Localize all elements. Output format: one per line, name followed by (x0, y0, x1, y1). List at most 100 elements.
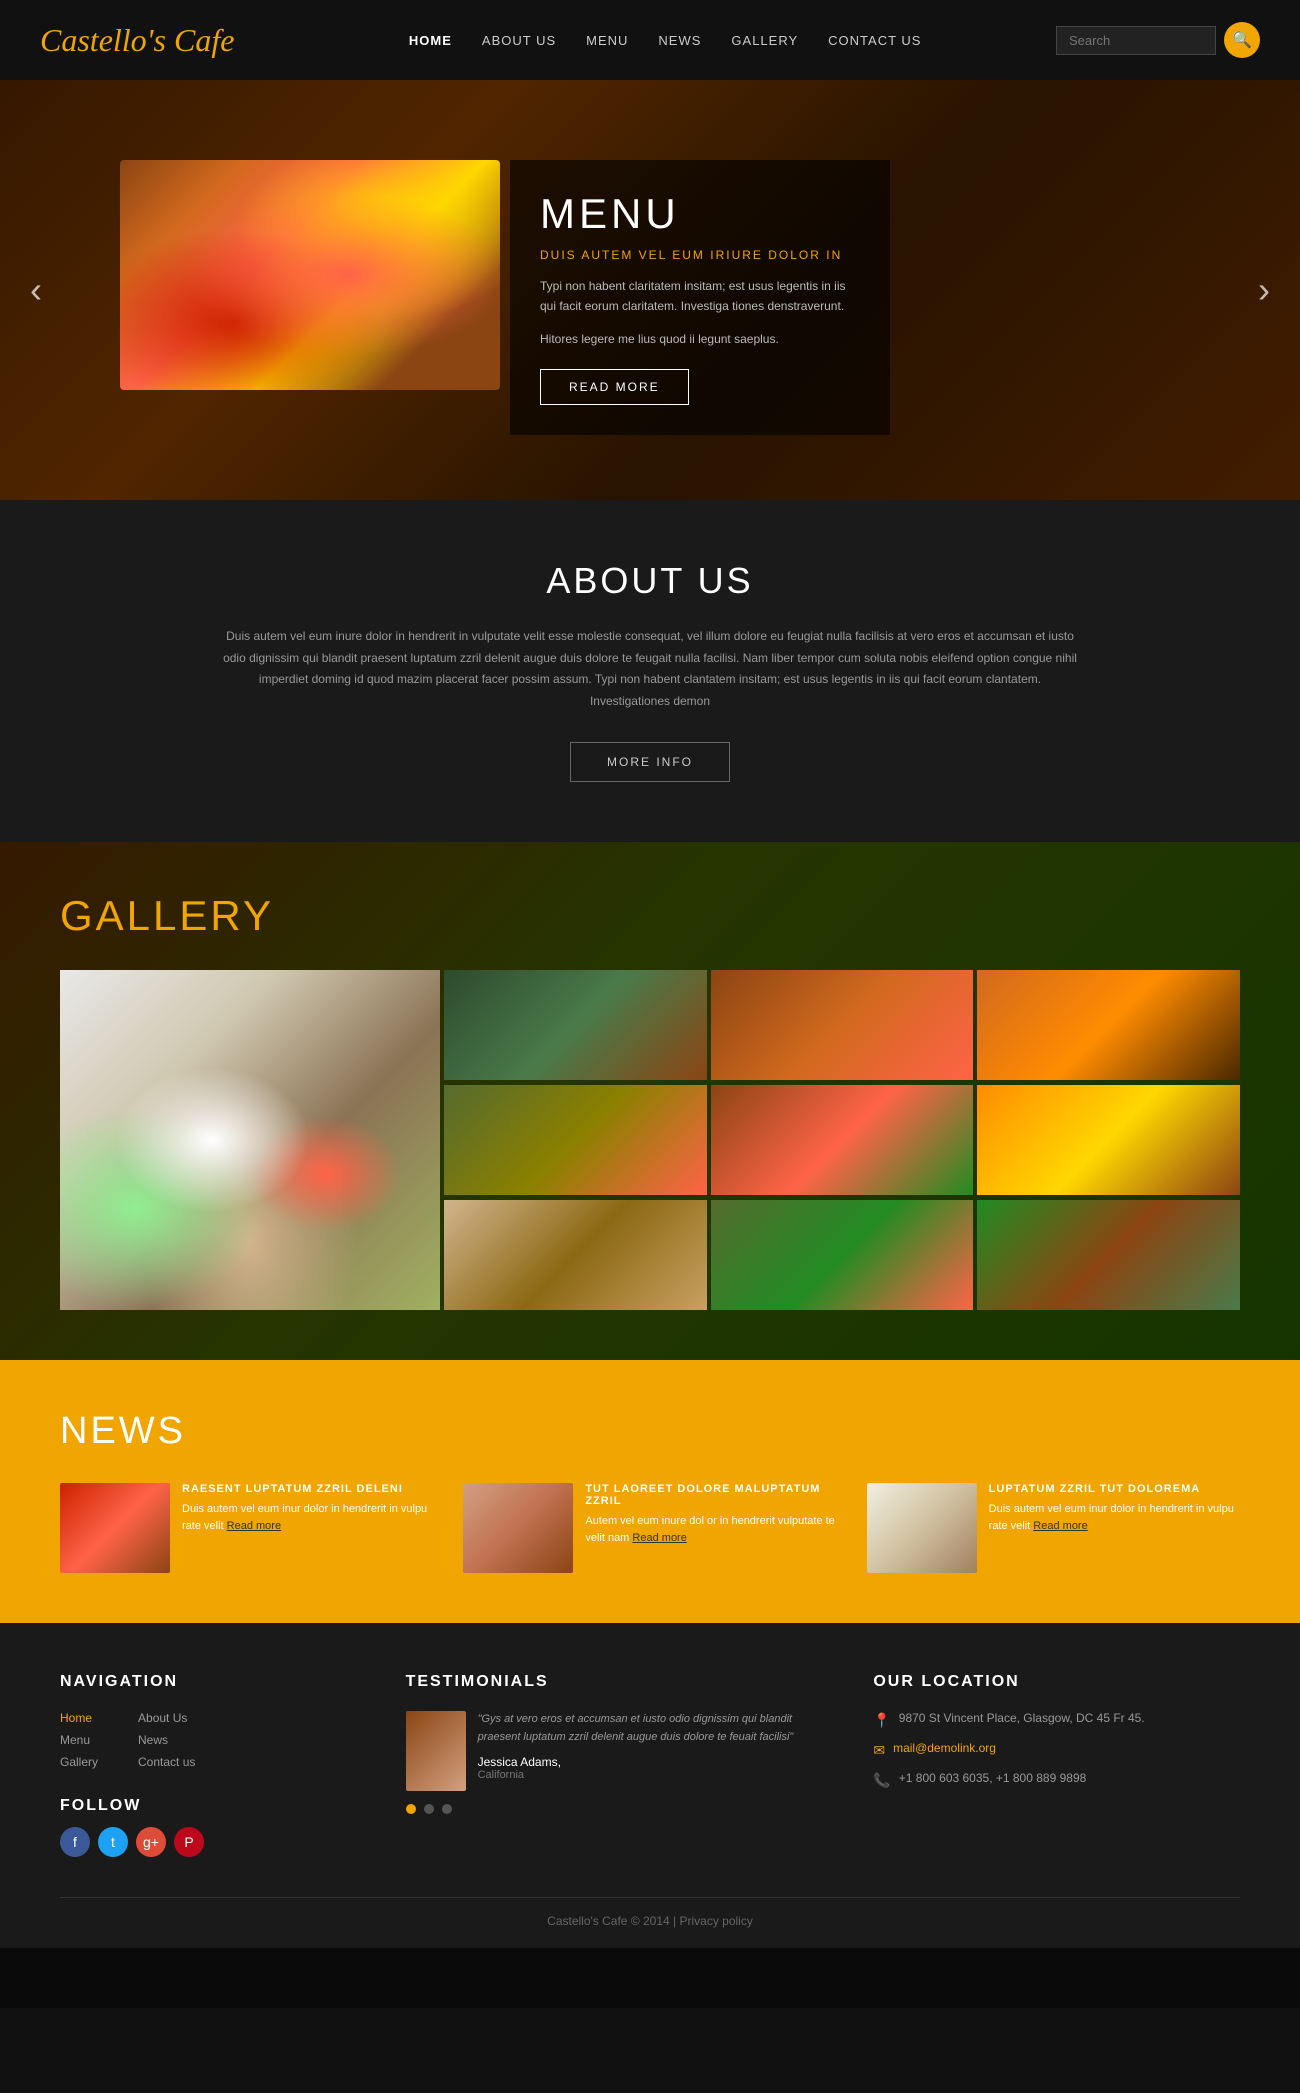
news-text-1: Duis autem vel eum inur dolor in hendrer… (182, 1501, 433, 1534)
news-read-more-2[interactable]: Read more (632, 1532, 686, 1544)
news-content-1: RAESENT LUPTATUM ZZRIL DELENI Duis autem… (182, 1483, 433, 1573)
footer: NAVIGATION Home Menu Gallery About Us Ne… (0, 1623, 1300, 1948)
more-info-button[interactable]: MORE INFO (570, 742, 730, 782)
social-icons: f t g+ P (60, 1827, 366, 1857)
follow-title: FOLLOW (60, 1797, 366, 1815)
search-area: 🔍 (1056, 22, 1260, 58)
hero-prev-button[interactable]: ‹ (30, 269, 42, 311)
footer-nav-about[interactable]: About Us (138, 1711, 195, 1725)
gallery-thumbnails (444, 970, 1240, 1310)
location-pin-icon: 📍 (873, 1712, 890, 1729)
news-title-2: TUT LAOREET DOLORE MALUPTATUM ZZRIL (585, 1483, 836, 1507)
gallery-thumb-5[interactable] (711, 1085, 974, 1195)
news-text-2: Autem vel eum inure dol or in hendrerit … (585, 1513, 836, 1546)
logo: Castello's Cafe (40, 22, 234, 59)
about-text: Duis autem vel eum inure dolor in hendre… (220, 626, 1080, 712)
footer-nav-menu[interactable]: Menu (60, 1733, 98, 1747)
facebook-icon[interactable]: f (60, 1827, 90, 1857)
location-email-row: ✉ mail@demolink.org (873, 1741, 1240, 1759)
nav-home[interactable]: HOME (409, 33, 452, 48)
footer-nav-gallery[interactable]: Gallery (60, 1755, 98, 1769)
hero-subtitle: DUIS AUTEM VEL EUM IRIURE DOLOR IN (540, 248, 860, 262)
pinterest-icon[interactable]: P (174, 1827, 204, 1857)
gallery-thumb-2[interactable] (711, 970, 974, 1080)
hero-food-image (120, 160, 500, 390)
footer-nav-col-1: Home Menu Gallery (60, 1711, 98, 1777)
gallery-thumb-9[interactable] (977, 1200, 1240, 1310)
about-title: ABOUT US (80, 560, 1220, 602)
news-title-1: RAESENT LUPTATUM ZZRIL DELENI (182, 1483, 433, 1495)
location-title: OUR LOCATION (873, 1673, 1240, 1691)
gallery-thumb-6[interactable] (977, 1085, 1240, 1195)
location-phone-row: 📞 +1 800 603 6035, +1 800 889 9898 (873, 1771, 1240, 1789)
nav-news[interactable]: NEWS (658, 33, 701, 48)
gallery-thumb-4[interactable] (444, 1085, 707, 1195)
gallery-title-white: GALL (60, 892, 179, 939)
about-section: ABOUT US Duis autem vel eum inure dolor … (0, 500, 1300, 842)
hero-title: MENU (540, 190, 860, 238)
gallery-title-yellow: E (179, 892, 210, 939)
gallery-thumb-1[interactable] (444, 970, 707, 1080)
footer-nav-news[interactable]: News (138, 1733, 195, 1747)
googleplus-icon[interactable]: g+ (136, 1827, 166, 1857)
gallery-main-image[interactable] (60, 970, 440, 1310)
footer-bottom: Castello's Cafe © 2014 | Privacy policy (60, 1897, 1240, 1928)
news-content-2: TUT LAOREET DOLORE MALUPTATUM ZZRIL Aute… (585, 1483, 836, 1573)
news-text-3: Duis autem vel eum inur dolor in hendrer… (989, 1501, 1240, 1534)
testimonial-avatar (406, 1711, 466, 1791)
news-thumb-2 (463, 1483, 573, 1573)
footer-testimonials: TESTIMONIALS "Gys at vero eros et accums… (406, 1673, 834, 1857)
nav-menu[interactable]: MENU (586, 33, 628, 48)
gallery-title-rest: RY (210, 892, 274, 939)
gallery-thumb-8[interactable] (711, 1200, 974, 1310)
header: Castello's Cafe HOME ABOUT US MENU NEWS … (0, 0, 1300, 80)
testimonial-location: California (478, 1769, 834, 1781)
gallery-thumb-7[interactable] (444, 1200, 707, 1310)
gallery-section: GALLERY (0, 842, 1300, 1360)
dot-active (406, 1804, 416, 1814)
footer-nav-links: Home Menu Gallery About Us News Contact … (60, 1711, 366, 1777)
nav-gallery[interactable]: GALLERY (731, 33, 798, 48)
testimonial-text-area: "Gys at vero eros et accumsan et iusto o… (478, 1711, 834, 1791)
news-item-2: TUT LAOREET DOLORE MALUPTATUM ZZRIL Aute… (463, 1483, 836, 1573)
news-title-3: LUPTATUM ZZRIL TUT DOLOREMA (989, 1483, 1240, 1495)
location-email[interactable]: mail@demolink.org (893, 1741, 996, 1755)
gallery-grid (60, 970, 1240, 1310)
gallery-title: GALLERY (60, 892, 1240, 940)
dark-bottom-bar (0, 1948, 1300, 2008)
hero-next-button[interactable]: › (1258, 269, 1270, 311)
footer-nav-home[interactable]: Home (60, 1711, 98, 1725)
footer-nav-col-2: About Us News Contact us (138, 1711, 195, 1777)
dot-3 (442, 1804, 452, 1814)
location-address: 9870 St Vincent Place, Glasgow, DC 45 Fr… (899, 1711, 1145, 1725)
nav-about[interactable]: ABOUT US (482, 33, 556, 48)
navigation: HOME ABOUT US MENU NEWS GALLERY CONTACT … (274, 33, 1056, 48)
news-section: NEWS RAESENT LUPTATUM ZZRIL DELENI Duis … (0, 1360, 1300, 1623)
testimonial-content: "Gys at vero eros et accumsan et iusto o… (406, 1711, 834, 1791)
footer-nav-contact[interactable]: Contact us (138, 1755, 195, 1769)
news-title: NEWS (60, 1410, 1240, 1453)
news-content-3: LUPTATUM ZZRIL TUT DOLOREMA Duis autem v… (989, 1483, 1240, 1573)
hero-text-2: Hitores legere me lius quod ii legunt sa… (540, 329, 860, 349)
search-icon: 🔍 (1232, 30, 1252, 50)
hero-read-more-button[interactable]: READ MORE (540, 369, 689, 405)
follow-section: FOLLOW f t g+ P (60, 1797, 366, 1857)
testimonial-name: Jessica Adams, (478, 1755, 834, 1769)
hero-section: MENU DUIS AUTEM VEL EUM IRIURE DOLOR IN … (0, 80, 1300, 500)
twitter-icon[interactable]: t (98, 1827, 128, 1857)
search-button[interactable]: 🔍 (1224, 22, 1260, 58)
search-input[interactable] (1056, 26, 1216, 55)
phone-icon: 📞 (873, 1772, 890, 1789)
footer-grid: NAVIGATION Home Menu Gallery About Us Ne… (60, 1673, 1240, 1857)
location-phone: +1 800 603 6035, +1 800 889 9898 (899, 1771, 1087, 1785)
location-address-row: 📍 9870 St Vincent Place, Glasgow, DC 45 … (873, 1711, 1240, 1729)
gallery-thumb-3[interactable] (977, 970, 1240, 1080)
news-grid: RAESENT LUPTATUM ZZRIL DELENI Duis autem… (60, 1483, 1240, 1573)
news-read-more-1[interactable]: Read more (227, 1520, 281, 1532)
dot-2 (424, 1804, 434, 1814)
testimonial-dots (406, 1801, 834, 1819)
copyright: Castello's Cafe © 2014 | Privacy policy (547, 1914, 753, 1928)
nav-contact[interactable]: CONTACT US (828, 33, 921, 48)
news-read-more-3[interactable]: Read more (1033, 1520, 1087, 1532)
news-thumb-3 (867, 1483, 977, 1573)
